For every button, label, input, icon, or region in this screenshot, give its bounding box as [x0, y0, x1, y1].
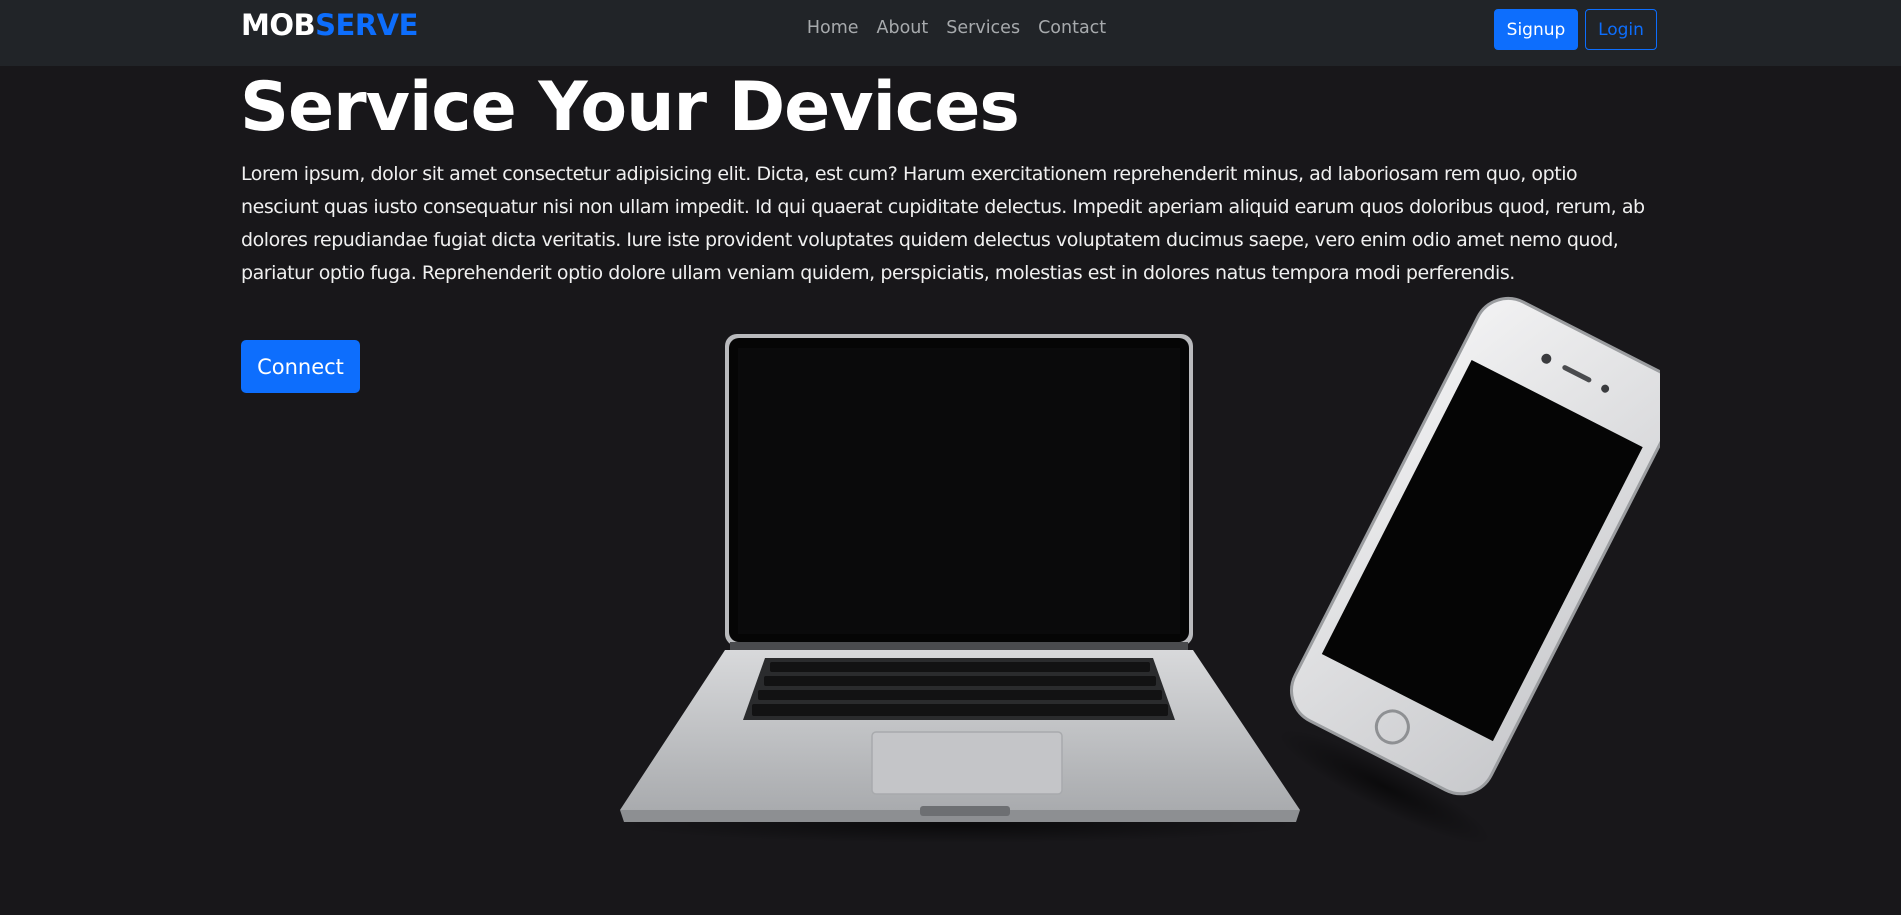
phone-graphic [1276, 296, 1660, 845]
signup-button[interactable]: Signup [1494, 9, 1578, 50]
nav-link-home[interactable]: Home [807, 16, 859, 40]
hero-description: Lorem ipsum, dolor sit amet consectetur … [241, 163, 1645, 284]
laptop-and-phone-image [620, 296, 1660, 845]
connect-button[interactable]: Connect [241, 340, 360, 393]
navbar: MOBSERVE Home About Services Contact Sig… [0, 0, 1901, 66]
laptop-graphic [620, 334, 1300, 843]
nav-link-services[interactable]: Services [946, 16, 1020, 40]
nav-link-about[interactable]: About [877, 16, 929, 40]
login-button[interactable]: Login [1585, 9, 1657, 50]
nav-link-contact[interactable]: Contact [1038, 16, 1106, 40]
hero-title: Service Your Devices [240, 68, 1020, 147]
